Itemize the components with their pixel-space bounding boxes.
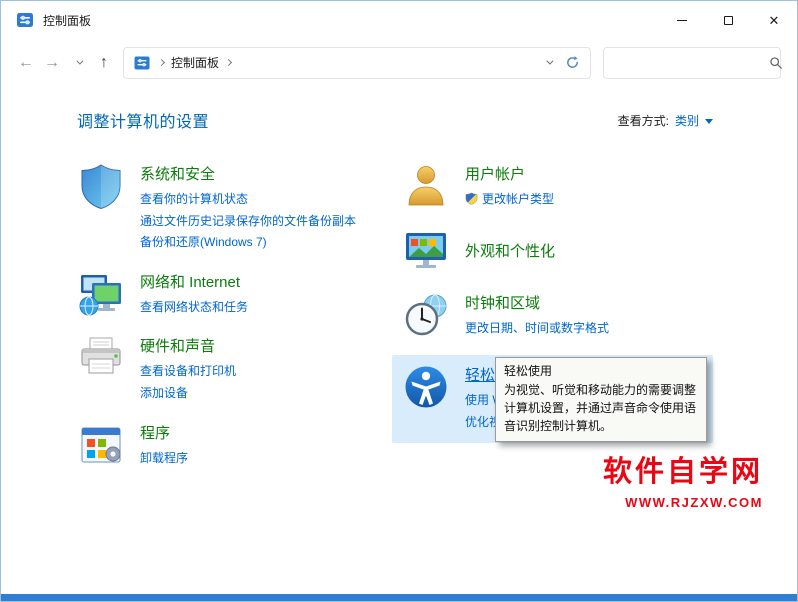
breadcrumb-chevron-icon [158,59,165,66]
view-by-value-link[interactable]: 类别 [675,112,699,129]
network-icon[interactable] [77,270,125,318]
maximize-button[interactable] [705,1,751,39]
breadcrumb-control-panel[interactable]: 控制面板 [171,54,219,71]
uac-shield-icon [465,191,478,204]
category-user-accounts: 用户帐户 [402,162,713,211]
search-icon[interactable] [769,56,783,70]
page-title: 调整计算机的设置 [77,108,209,132]
window-title: 控制面板 [43,12,91,29]
link-change-account-type[interactable]: 更改帐户类型 [465,189,554,211]
link-file-history[interactable]: 通过文件历史记录保存你的文件备份副本 [140,211,356,233]
category-column-left: 系统和安全 查看你的计算机状态 通过文件历史记录保存你的文件备份副本 备份和还原… [77,162,402,485]
window-bottom-border [1,594,797,601]
watermark-site-url: WWW.RJZXW.COM [603,495,763,510]
view-by-label: 查看方式: [618,112,669,129]
link-add-device[interactable]: 添加设备 [140,383,236,405]
ease-of-access-icon[interactable] [402,363,450,411]
link-change-account-type-label: 更改帐户类型 [482,192,554,206]
category-system-security: 系统和安全 查看你的计算机状态 通过文件历史记录保存你的文件备份副本 备份和还原… [77,162,402,254]
category-network-internet: 网络和 Internet 查看网络状态和任务 [77,270,402,319]
tooltip-ease-of-access: 轻松使用 为视觉、听觉和移动能力的需要调整计算机设置，并通过声音命令使用语音识别… [495,357,707,442]
chevron-down-icon [76,58,83,65]
category-programs: 程序 卸载程序 [77,421,402,470]
category-hardware-sound: 硬件和声音 查看设备和打印机 添加设备 [77,334,402,404]
recent-pages-button[interactable] [65,49,91,77]
watermark: 软件自学网 WWW.RJZXW.COM [603,448,763,510]
maximize-icon [724,16,733,25]
category-title-network[interactable]: 网络和 Internet [140,272,240,293]
category-title-clock-region[interactable]: 时钟和区域 [465,293,540,314]
view-by-control: 查看方式: 类别 [618,112,713,129]
view-by-chevron-icon[interactable] [705,119,713,124]
tooltip-title: 轻松使用 [504,362,698,380]
category-title-user-accounts[interactable]: 用户帐户 [465,164,525,185]
address-bar[interactable]: 控制面板 [123,47,591,79]
tooltip-body: 为视觉、听觉和移动能力的需要调整计算机设置，并通过声音命令使用语音识别控制计算机… [504,381,698,435]
link-backup-restore[interactable]: 备份和还原(Windows 7) [140,232,356,254]
search-input[interactable] [614,56,769,70]
up-button[interactable]: ↑ [91,49,117,77]
control-panel-breadcrumb-icon [134,55,150,71]
breadcrumb-chevron-icon[interactable] [225,59,232,66]
control-panel-window: 控制面板 ✕ ← → ↑ 控制面板 [0,0,798,602]
close-button[interactable]: ✕ [751,1,797,39]
security-shield-icon[interactable] [77,162,125,210]
watermark-site-name: 软件自学网 [603,448,763,490]
link-computer-status[interactable]: 查看你的计算机状态 [140,189,356,211]
titlebar: 控制面板 ✕ [1,1,797,39]
category-title-system-security[interactable]: 系统和安全 [140,164,215,185]
forward-button[interactable]: → [39,49,65,77]
category-appearance-personalization: 外观和个性化 [402,227,713,275]
category-clock-region: 时钟和区域 更改日期、时间或数字格式 [402,291,713,340]
minimize-button[interactable] [659,1,705,39]
content-header: 调整计算机的设置 查看方式: 类别 [77,108,713,132]
printer-icon[interactable] [77,334,125,382]
control-panel-icon [16,11,34,29]
navigation-bar: ← → ↑ 控制面板 [1,39,797,86]
address-dropdown-icon[interactable] [546,58,553,65]
user-icon[interactable] [402,162,450,210]
link-uninstall-program[interactable]: 卸载程序 [140,448,188,470]
search-box[interactable] [603,47,781,79]
link-change-date-time[interactable]: 更改日期、时间或数字格式 [465,318,609,340]
category-title-appearance[interactable]: 外观和个性化 [465,241,555,262]
category-title-programs[interactable]: 程序 [140,423,170,444]
window-controls: ✕ [659,1,797,39]
category-title-hardware-sound[interactable]: 硬件和声音 [140,336,215,357]
clock-icon[interactable] [402,291,450,339]
back-button[interactable]: ← [13,49,39,77]
refresh-icon[interactable] [565,55,580,70]
minimize-icon [677,20,687,21]
link-devices-printers[interactable]: 查看设备和打印机 [140,361,236,383]
close-icon: ✕ [769,14,780,27]
personalization-icon[interactable] [402,227,450,275]
link-network-status[interactable]: 查看网络状态和任务 [140,297,248,319]
programs-icon[interactable] [77,421,125,469]
